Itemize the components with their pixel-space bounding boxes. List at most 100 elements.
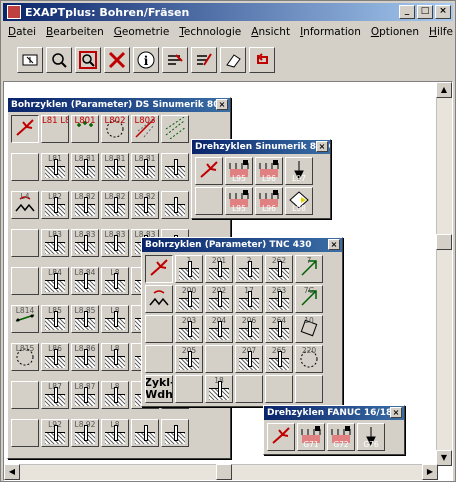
cycle-button[interactable]: 262 xyxy=(265,255,293,283)
cycle-button[interactable]: 7 xyxy=(295,255,323,283)
cycle-button[interactable] xyxy=(145,285,173,313)
menu-item[interactable]: Optionen xyxy=(366,26,424,38)
horizontal-scrollbar[interactable]: ◀ ▶ xyxy=(4,464,438,480)
cycle-button[interactable]: L8 xyxy=(101,343,129,371)
cycle-button[interactable]: 18 xyxy=(205,375,233,403)
cycle-button[interactable] xyxy=(265,375,293,403)
cycle-button[interactable]: L97 xyxy=(285,157,313,185)
close-icon[interactable]: × xyxy=(316,141,328,152)
cycle-button[interactable]: L81 xyxy=(41,153,69,181)
cycle-button[interactable]: 2 xyxy=(235,255,263,283)
undo-icon[interactable] xyxy=(249,47,275,73)
cycle-button[interactable] xyxy=(161,115,189,143)
cycle-button[interactable]: L84 xyxy=(41,267,69,295)
cycle-button[interactable]: 207 xyxy=(235,345,263,373)
cycle-button[interactable]: L4 xyxy=(11,191,39,219)
cycle-button[interactable]: L8 xyxy=(101,305,129,333)
cycle-button[interactable]: 204 xyxy=(205,315,233,343)
scroll-right-icon[interactable]: ▶ xyxy=(422,464,438,480)
close-button[interactable]: × xyxy=(435,5,451,19)
list-icon[interactable] xyxy=(162,47,188,73)
cycle-button[interactable]: L802 xyxy=(101,115,129,143)
cycle-button[interactable] xyxy=(205,345,233,373)
cycle-button[interactable]: L8 81 xyxy=(131,153,159,181)
cycle-button[interactable]: 263 xyxy=(265,285,293,313)
close-icon[interactable]: × xyxy=(216,99,228,110)
cycle-button[interactable] xyxy=(195,157,223,185)
cycle-button[interactable]: L8 81 xyxy=(101,153,129,181)
cycle-button[interactable] xyxy=(175,375,203,403)
cycle-button[interactable]: L81 L86 xyxy=(41,115,69,143)
cycle-button[interactable] xyxy=(145,345,173,373)
cycle-button[interactable] xyxy=(11,153,39,181)
cycle-button[interactable]: L86 xyxy=(41,343,69,371)
cycle-button[interactable]: 202 xyxy=(205,285,233,313)
info-icon[interactable]: i xyxy=(133,47,159,73)
cycle-button[interactable]: L8 85 xyxy=(71,305,99,333)
palette-title[interactable]: Bohrzyklen (Parameter) TNC 430 × xyxy=(142,238,342,252)
cycle-repeat-button[interactable]: Zykl-Wdh xyxy=(145,375,173,403)
cycle-button[interactable]: L8 xyxy=(101,381,129,409)
palette-title[interactable]: Bohrzyklen (Parameter) DS Sinumerik 800 … xyxy=(8,98,230,112)
cycle-button[interactable] xyxy=(145,315,173,343)
cycle-button[interactable]: L8 86 xyxy=(71,343,99,371)
cycle-button[interactable]: 10 xyxy=(295,315,323,343)
menu-item[interactable]: Bearbeiten xyxy=(41,26,109,38)
eraser-icon[interactable] xyxy=(220,47,246,73)
vertical-scrollbar[interactable]: ▲ ▼ xyxy=(436,82,452,466)
cycle-button[interactable] xyxy=(195,187,223,215)
cycle-button[interactable]: 201 xyxy=(205,255,233,283)
cycle-button[interactable]: 264 xyxy=(265,315,293,343)
cycle-button[interactable]: L815 xyxy=(11,343,39,371)
scroll-left-icon[interactable]: ◀ xyxy=(4,464,20,480)
vertical-scroll-thumb[interactable] xyxy=(436,234,452,250)
cycle-button[interactable] xyxy=(11,419,39,447)
cycle-button[interactable] xyxy=(11,267,39,295)
title-bar[interactable]: EXAPTplus: Bohren/Fräsen _ □ × xyxy=(3,3,453,21)
cycle-button[interactable]: L8 82 xyxy=(131,191,159,219)
menu-item[interactable]: Technologie xyxy=(174,26,246,38)
cycle-button[interactable] xyxy=(11,115,39,143)
cycle-button[interactable]: 206 xyxy=(235,315,263,343)
cycle-button[interactable]: L92 xyxy=(41,419,69,447)
cycle-button[interactable]: L8 87 xyxy=(71,381,99,409)
cycle-button[interactable]: L87 xyxy=(41,381,69,409)
cycle-button[interactable]: 265 xyxy=(265,345,293,373)
cycle-button[interactable]: L96 xyxy=(255,187,283,215)
edit-list-icon[interactable] xyxy=(191,47,217,73)
cycle-button[interactable]: 205 xyxy=(175,345,203,373)
cycle-button[interactable]: L8 83 xyxy=(101,229,129,257)
close-icon[interactable]: × xyxy=(390,407,402,418)
cycle-button[interactable]: G76 xyxy=(357,423,385,451)
cycle-button[interactable] xyxy=(161,419,189,447)
menu-item[interactable]: Ansicht xyxy=(246,26,295,38)
cycle-button[interactable]: L98 xyxy=(285,187,313,215)
cycle-button[interactable]: L8 xyxy=(101,419,129,447)
cycle-button[interactable] xyxy=(161,191,189,219)
cycle-button[interactable] xyxy=(11,229,39,257)
cycle-button[interactable]: 1 xyxy=(175,255,203,283)
cycle-button[interactable]: 17 xyxy=(235,285,263,313)
cycle-button[interactable]: L8 xyxy=(101,267,129,295)
cycle-button[interactable]: L8 82 xyxy=(71,191,99,219)
cycle-button[interactable]: L96 xyxy=(255,157,283,185)
zoom-box-icon[interactable] xyxy=(75,47,101,73)
cycle-button[interactable]: 220 xyxy=(295,345,323,373)
cycle-button[interactable] xyxy=(131,419,159,447)
cycle-button[interactable]: L8 82 xyxy=(101,191,129,219)
cycle-button[interactable] xyxy=(295,375,323,403)
cycle-button[interactable]: 200 xyxy=(175,285,203,313)
scroll-up-icon[interactable]: ▲ xyxy=(436,82,452,98)
menu-item[interactable]: Hilfe xyxy=(424,26,456,38)
menu-item[interactable]: Geometrie xyxy=(109,26,175,38)
cycle-button[interactable]: L8 92 xyxy=(71,419,99,447)
cycle-button[interactable] xyxy=(267,423,295,451)
select-arrow-icon[interactable] xyxy=(17,47,43,73)
cycle-button[interactable]: L95 xyxy=(225,187,253,215)
cycle-button[interactable]: L8 83 xyxy=(71,229,99,257)
maximize-button[interactable]: □ xyxy=(417,5,433,19)
menu-item[interactable]: Datei xyxy=(3,26,41,38)
horizontal-scroll-thumb[interactable] xyxy=(216,464,232,480)
menu-item[interactable]: Information xyxy=(295,26,366,38)
cycle-button[interactable]: L801 xyxy=(71,115,99,143)
